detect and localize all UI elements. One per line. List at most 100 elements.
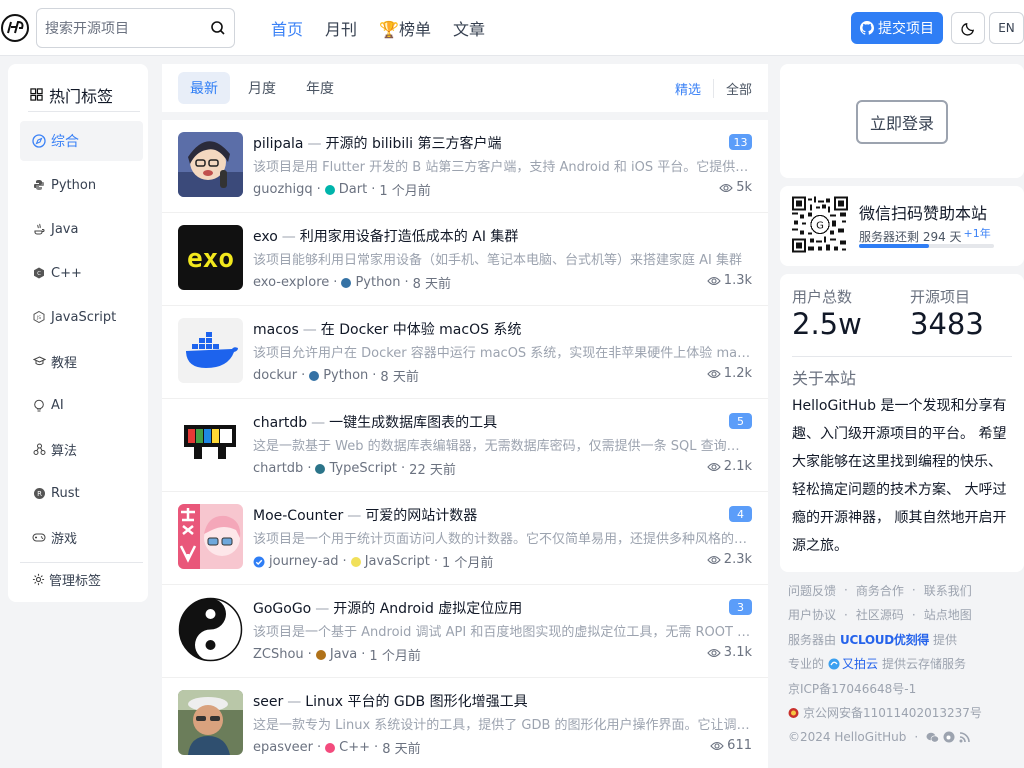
project-list: pilipala — 开源的 bilibili 第三方客户端 13 该项目是用 Fl… [162,120,768,768]
tag-all[interactable]: 综合 [20,121,143,161]
search-icon[interactable] [210,20,226,36]
server-remaining-text: 服务器还剩 294 天 [859,230,962,244]
project-thumbnail[interactable] [178,504,243,569]
nav-home[interactable]: 首页 [271,16,303,40]
tag-rust[interactable]: R Rust [20,473,143,513]
filter-featured[interactable]: 精选 [675,78,714,98]
project-author[interactable]: guozhigq [253,182,313,197]
login-button[interactable]: 立即登录 [856,100,948,144]
view-count-value: 1.2k [723,366,752,381]
tag-tutorial[interactable]: 教程 [20,341,143,381]
view-count-value: 2.3k [723,552,752,567]
project-title[interactable]: seer — Linux 平台的 GDB 图形化增强工具 [253,691,723,711]
meta-separator: · [401,461,406,476]
project-author[interactable]: dockur [253,368,297,383]
tag-ai[interactable]: AI [20,385,143,425]
nav-articles[interactable]: 文章 [453,16,485,40]
project-item[interactable]: Moe-Counter — 可爱的网站计数器 4 该项目是一个用于统计页面访问人数的… [162,492,768,585]
view-count: 1.2k [707,366,752,381]
cpp-icon: C [32,266,46,280]
tag-python[interactable]: Python [20,165,143,205]
filter-all[interactable]: 全部 [726,79,752,98]
tag-cpp[interactable]: C C++ [20,253,143,293]
project-thumbnail[interactable] [178,318,243,383]
project-item[interactable]: seer — Linux 平台的 GDB 图形化增强工具 这是一款专为 Linux … [162,678,768,768]
project-author[interactable]: journey-ad [269,554,339,569]
project-item[interactable]: GoGoGo — 开源的 Android 虚拟定位应用 3 该项目是一个基于 And… [162,585,768,678]
eye-icon [719,183,733,192]
login-card: 立即登录 [780,64,1024,178]
project-item[interactable]: macos — 在 Docker 中体验 macOS 系统 该项目允许用户在 Doc… [162,306,768,399]
hellogithub-logo[interactable] [0,13,30,43]
tag-algorithm[interactable]: 算法 [20,429,143,469]
project-time: 22 天前 [409,463,456,478]
project-title[interactable]: Moe-Counter — 可爱的网站计数器 [253,505,723,525]
tag-list: 综合 Python Java C C++ JS JavaScript 教程 AI 算… [20,121,143,561]
svg-text:G: G [816,221,824,232]
upyun-logo[interactable]: 又拍云 [828,655,878,672]
nav-monthly[interactable]: 月刊 [325,16,357,40]
wechat-qr-code: G [792,196,848,253]
project-item[interactable]: exo exo — 利用家用设备打造低成本的 AI 集群 该项目能够利用日常家用设备… [162,213,768,306]
tag-label: Python [51,177,97,193]
github-icon [860,21,874,35]
footer-link-agreement[interactable]: 用户协议 [788,606,836,623]
footer-link-sitemap[interactable]: 站点地图 [924,606,972,623]
footer-link-source[interactable]: 社区源码 [856,606,904,623]
footer-link-contact[interactable]: 联系我们 [924,582,972,599]
footer-dot: · [911,607,916,622]
cdn-prefix: 专业的 [788,657,825,672]
footer-icp[interactable]: 京ICP备17046648号-1 [788,676,1018,701]
project-meta: exo-explore · Python · 8 天前 [253,273,451,292]
project-language: Java [329,647,358,662]
project-title[interactable]: GoGoGo — 开源的 Android 虚拟定位应用 [253,598,723,618]
footer-dot: · [914,730,919,745]
project-meta: dockur · Python · 8 天前 [253,366,419,385]
language-button[interactable]: EN [989,12,1024,44]
project-author[interactable]: epasveer [253,740,313,755]
manage-tags-label: 管理标签 [49,574,102,589]
tag-java[interactable]: Java [20,209,143,249]
police-record[interactable]: 京公网安备11011402013237号 [803,704,982,721]
project-title[interactable]: chartdb — 一键生成数据库图表的工具 [253,412,723,432]
meta-separator: · [361,647,366,662]
submit-project-button[interactable]: 提交项目 [851,12,943,44]
footer-cdn-row: 专业的 又拍云 提供云存储服务 [788,652,1018,677]
project-time: 8 天前 [380,370,419,385]
project-author[interactable]: exo-explore [253,275,329,290]
view-count-value: 5k [736,180,752,195]
tab-latest[interactable]: 最新 [178,72,230,104]
tab-yearly[interactable]: 年度 [294,72,346,104]
project-thumbnail[interactable] [178,411,243,476]
weibo-icon[interactable] [943,731,955,743]
nav-ranking[interactable]: 🏆榜单 [379,16,431,40]
footer-link-feedback[interactable]: 问题反馈 [788,582,836,599]
wechat-icon[interactable] [926,732,940,743]
search-input[interactable]: 搜索开源项目 [36,8,235,48]
project-author[interactable]: chartdb [253,461,303,476]
project-title[interactable]: pilipala — 开源的 bilibili 第三方客户端 [253,133,723,153]
project-title[interactable]: exo — 利用家用设备打造低成本的 AI 集群 [253,226,723,246]
tag-game[interactable]: 游戏 [20,517,143,557]
project-item[interactable]: chartdb — 一键生成数据库图表的工具 5 这是一款基于 Web 的数据库表编… [162,399,768,492]
plus-one-year[interactable]: +1年 [964,227,991,240]
project-description: 该项目能够利用日常家用设备（如手机、笔记本电脑、台式机等）来搭建家庭 AI 集群 [253,253,742,268]
project-thumbnail[interactable] [178,132,243,197]
project-thumbnail[interactable] [178,597,243,662]
manage-tags-button[interactable]: 管理标签 [20,562,143,596]
tab-monthly[interactable]: 月度 [236,72,288,104]
project-language: JavaScript [364,554,430,569]
eye-icon [710,741,724,750]
theme-toggle-button[interactable] [951,12,985,44]
tag-javascript[interactable]: JS JavaScript [20,297,143,337]
footer-link-business[interactable]: 商务合作 [856,582,904,599]
project-item[interactable]: pilipala — 开源的 bilibili 第三方客户端 13 该项目是用 Fl… [162,120,768,213]
project-author[interactable]: ZCShou [253,647,304,662]
project-thumbnail[interactable]: exo [178,225,243,290]
ucloud-logo[interactable]: UCLOUD优刻得 [840,631,929,648]
rss-icon[interactable] [959,731,970,743]
gamepad-icon [32,530,46,544]
project-title[interactable]: macos — 在 Docker 中体验 macOS 系统 [253,319,723,339]
footer-dot: · [844,607,848,622]
project-thumbnail[interactable] [178,690,243,755]
